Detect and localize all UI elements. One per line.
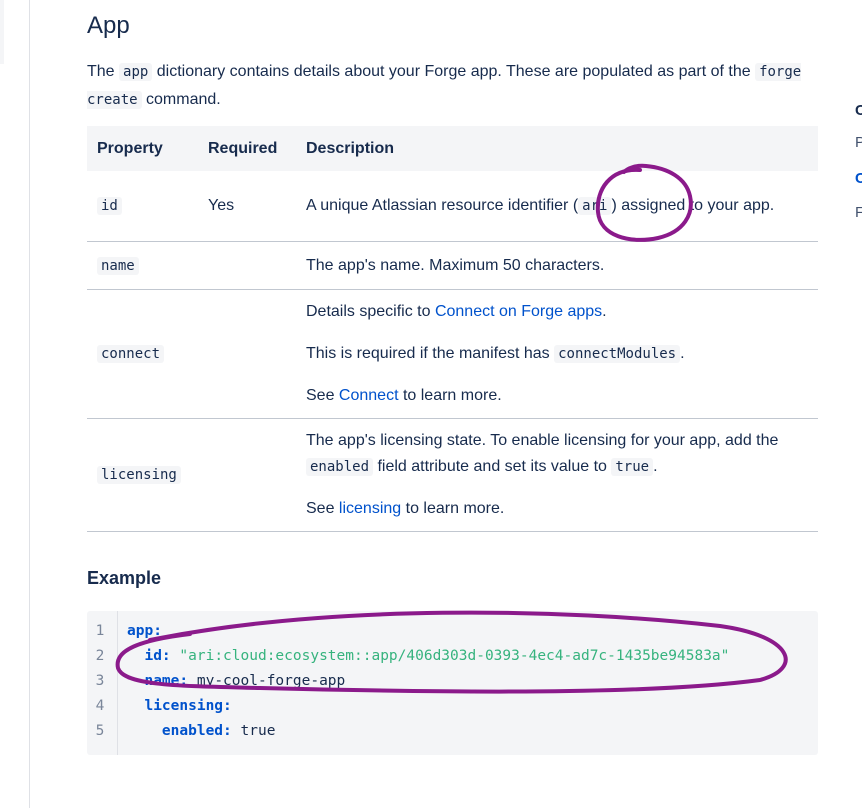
header-property: Property: [87, 126, 198, 171]
desc-text: .: [602, 303, 607, 320]
desc-text: to learn more.: [398, 387, 502, 404]
inline-code: connectModules: [554, 345, 681, 363]
code-line: 2 id: "ari:cloud:ecosystem::app/406d303d…: [87, 644, 730, 669]
desc-paragraph: This is required if the manifest has con…: [306, 341, 808, 367]
required-cell: [198, 241, 296, 290]
description-cell: The app's licensing state. To enable lic…: [296, 418, 818, 532]
yaml-key: app:: [127, 623, 162, 639]
intro-text: command.: [141, 91, 221, 108]
property-name: licensing: [97, 466, 181, 484]
code-line: 3 name: my-cool-forge-app: [87, 669, 346, 694]
yaml-key: enabled:: [161, 723, 232, 739]
right-rail-fragment: P: [855, 134, 862, 151]
property-name: name: [97, 256, 139, 275]
properties-table: Property Required Description id Yes A u…: [87, 126, 818, 532]
table-row: name The app's name. Maximum 50 characte…: [87, 241, 818, 290]
yaml-key: id:: [144, 648, 171, 664]
line-number: 5: [95, 723, 105, 739]
intro-text: The: [87, 63, 120, 80]
yaml-key: licensing:: [144, 698, 232, 714]
property-cell: licensing: [87, 418, 198, 532]
yaml-key: name:: [144, 673, 189, 689]
desc-text: See: [306, 387, 339, 404]
inline-code: app: [119, 63, 153, 81]
line-number: 4: [95, 698, 105, 714]
desc-text: See: [306, 500, 339, 517]
description-cell: A unique Atlassian resource identifier (…: [296, 171, 818, 242]
description-cell: The app's name. Maximum 50 characters.: [296, 241, 818, 290]
table-row: id Yes A unique Atlassian resource ident…: [87, 171, 818, 242]
section-title: App: [87, 12, 130, 39]
desc-text: to learn more.: [401, 500, 505, 517]
licensing-link[interactable]: licensing: [339, 500, 401, 517]
right-rail-fragment: F: [855, 204, 862, 221]
section-intro: The app dictionary contains details abou…: [87, 58, 818, 114]
table-header-row: Property Required Description: [87, 126, 818, 171]
description-cell: Details specific to Connect on Forge app…: [296, 289, 818, 419]
right-rail-fragment[interactable]: C: [855, 102, 862, 119]
yaml-value: my-cool-forge-app: [196, 673, 346, 689]
line-number: 1: [95, 623, 105, 639]
inline-code: ari: [578, 197, 612, 215]
desc-text: This is required if the manifest has: [306, 345, 555, 362]
inline-code: enabled: [306, 458, 374, 476]
desc-paragraph: See licensing to learn more.: [306, 496, 808, 522]
property-cell: name: [87, 241, 198, 290]
left-nav-edge: [0, 0, 4, 64]
desc-text: .: [653, 458, 658, 475]
example-title: Example: [87, 568, 162, 588]
desc-text: ) assigned to your app.: [611, 197, 775, 214]
required-cell: [198, 289, 296, 419]
property-name: connect: [97, 345, 165, 363]
table-row: connect Details specific to Connect on F…: [87, 289, 818, 419]
required-cell: Yes: [198, 171, 296, 242]
desc-text: Details specific to: [306, 303, 435, 320]
required-cell: [198, 418, 296, 532]
code-block[interactable]: 1 app: 2 id: "ari:cloud:ecosystem::app/40…: [87, 611, 818, 755]
property-cell: connect: [87, 289, 198, 419]
header-required: Required: [198, 126, 296, 171]
desc-paragraph: Details specific to Connect on Forge app…: [306, 299, 808, 325]
inline-code: true: [611, 458, 654, 476]
property-cell: id: [87, 171, 198, 242]
line-number: 3: [95, 673, 105, 689]
line-number: 2: [95, 648, 105, 664]
desc-text: The app's licensing state. To enable lic…: [306, 432, 779, 449]
connect-on-forge-link[interactable]: Connect on Forge apps: [435, 303, 602, 320]
connect-link[interactable]: Connect: [339, 387, 399, 404]
table-row: licensing The app's licensing state. To …: [87, 418, 818, 532]
header-description: Description: [296, 126, 818, 171]
desc-paragraph: The app's licensing state. To enable lic…: [306, 428, 808, 480]
desc-text: .: [680, 345, 685, 362]
right-rail-fragment[interactable]: C: [855, 170, 862, 187]
desc-paragraph: See Connect to learn more.: [306, 383, 808, 409]
desc-text: A unique Atlassian resource identifier (: [306, 197, 579, 214]
left-divider: [29, 0, 30, 808]
code-line: 4 licensing:: [87, 694, 232, 719]
code-line: 5 enabled: true: [87, 719, 276, 744]
property-name: id: [97, 197, 122, 215]
yaml-value: true: [240, 723, 276, 739]
yaml-string: "ari:cloud:ecosystem::app/406d303d-0393-…: [179, 648, 730, 664]
intro-text: dictionary contains details about your F…: [152, 63, 756, 80]
desc-text: field attribute and set its value to: [373, 458, 612, 475]
code-line: 1 app:: [87, 619, 162, 644]
